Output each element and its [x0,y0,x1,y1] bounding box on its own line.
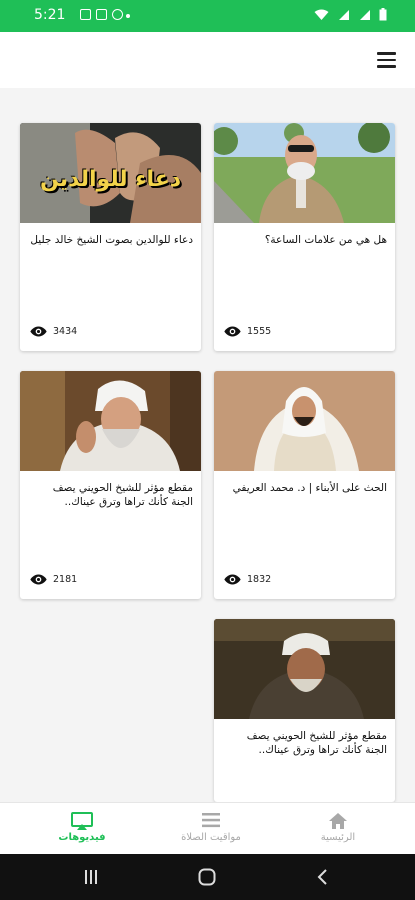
video-title: مقطع مؤثر للشيخ الحويني يصف الجنة كأنك ت… [52,482,193,508]
video-title: هل هي من علامات الساعة؟ [264,234,387,246]
view-count-value: 1555 [247,326,272,337]
video-title: مقطع مؤثر للشيخ الحويني يصف الجنة كأنك ت… [246,730,387,756]
signal-icon [339,9,349,20]
cast-screen-icon [71,812,93,830]
home-icon [329,813,347,829]
video-card[interactable]: دعاء للوالدين دعاء للوالدين بصوت الشيخ خ… [20,123,201,351]
nav-videos[interactable]: فيديوهات [22,803,142,855]
video-thumbnail: دعاء للوالدين [20,123,201,223]
eye-icon [224,326,241,337]
recent-apps-icon[interactable] [83,869,99,885]
view-count-value: 1832 [247,574,272,585]
view-count: 2181 [30,574,77,585]
notification-icons [80,9,123,20]
video-thumbnail [214,619,395,719]
view-count-value: 3434 [53,326,78,337]
thumbnail-caption: دعاء للوالدين [39,167,182,192]
whatsapp-icon [112,9,123,20]
eye-icon [30,574,47,585]
video-thumbnail [214,123,395,223]
bottom-navigation: الرئيسية مواقيت الصلاة فيديوهات [0,802,415,855]
app-bar [0,32,415,88]
nav-home[interactable]: الرئيسية [278,803,398,855]
hamburger-menu-icon[interactable] [377,52,396,68]
home-button-icon[interactable] [198,868,216,886]
list-icon [202,813,220,828]
video-card[interactable]: مقطع مؤثر للشيخ الحويني يصف الجنة كأنك ت… [214,619,395,802]
video-title: الحث على الأبناء | د. محمد العريفي [232,482,387,494]
nav-prayer-times[interactable]: مواقيت الصلاة [151,803,271,855]
more-notifications-icon [126,14,130,18]
battery-icon [379,8,387,21]
signal-icon-2 [360,9,370,20]
gallery-icon [80,9,91,20]
status-time: 5:21 [34,7,66,23]
nav-home-label: الرئيسية [320,832,356,843]
view-count: 3434 [30,326,77,337]
video-card[interactable]: هل هي من علامات الساعة؟ 1555 [214,123,395,351]
system-navigation-bar [0,854,415,900]
eye-icon [224,574,241,585]
back-icon[interactable] [316,869,328,885]
status-bar: 5:21 [0,0,415,32]
system-icons [314,8,387,21]
video-card[interactable]: الحث على الأبناء | د. محمد العريفي 1832 [214,371,395,599]
video-thumbnail [20,371,201,471]
video-card[interactable]: مقطع مؤثر للشيخ الحويني يصف الجنة كأنك ت… [20,371,201,599]
video-thumbnail [214,371,395,471]
wifi-icon [314,9,329,20]
video-title: دعاء للوالدين بصوت الشيخ خالد جليل [30,234,193,246]
view-count: 1555 [224,326,271,337]
view-count-value: 2181 [53,574,78,585]
nav-prayer-times-label: مواقيت الصلاة [181,832,241,843]
image-icon [96,9,107,20]
nav-videos-label: فيديوهات [58,832,106,843]
eye-icon [30,326,47,337]
view-count: 1832 [224,574,271,585]
